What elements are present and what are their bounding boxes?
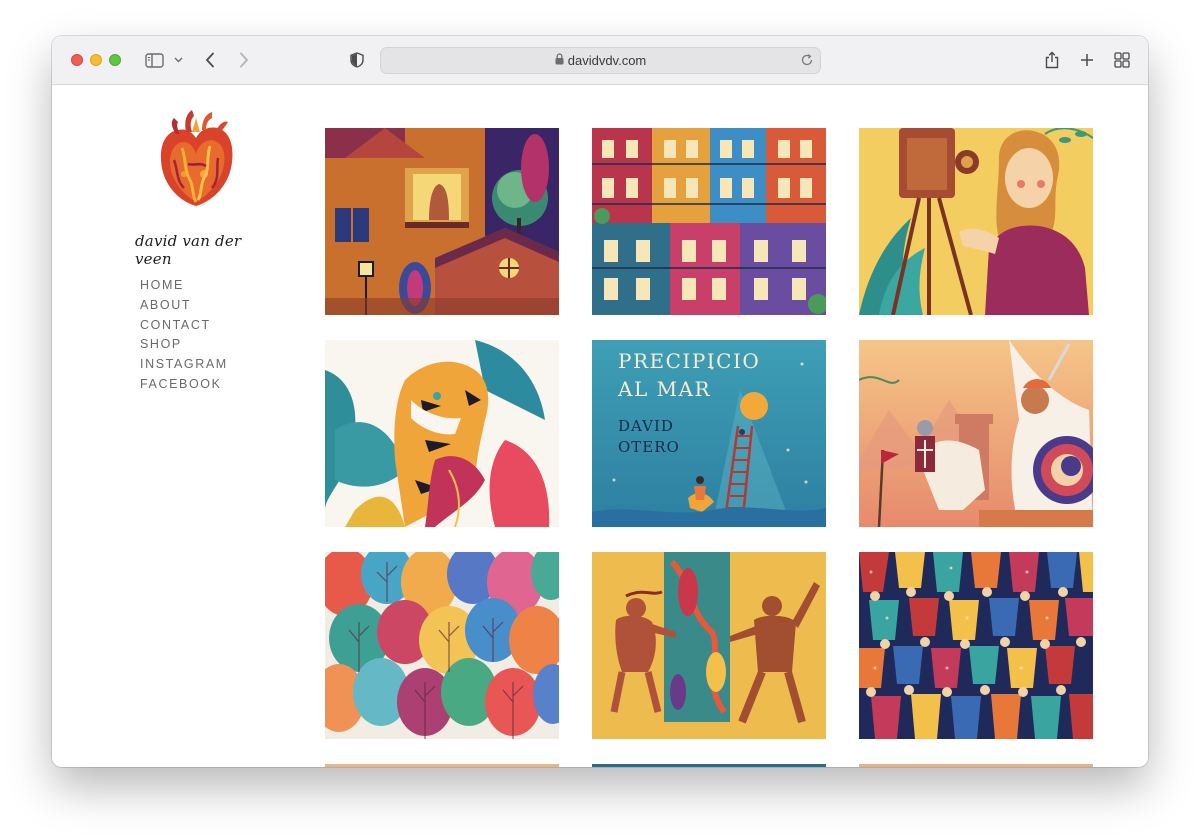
- forward-arrow-icon[interactable]: [236, 49, 252, 71]
- gallery-tile-dancing-couple[interactable]: [592, 552, 826, 739]
- gallery-tile-knight-battle[interactable]: [859, 340, 1093, 527]
- cover-author-line1: DAVID: [618, 417, 674, 435]
- new-tab-plus-icon[interactable]: [1078, 49, 1096, 71]
- cover-author-line2: OTERO: [618, 438, 680, 456]
- url-text: davidvdv.com: [567, 53, 647, 68]
- share-icon[interactable]: [1044, 49, 1060, 71]
- gallery-tile-watercolor-trees[interactable]: [325, 552, 559, 739]
- reload-icon[interactable]: [800, 53, 814, 72]
- heart-logo[interactable]: [156, 108, 236, 210]
- chevron-down-icon[interactable]: [172, 49, 184, 71]
- gallery-tile-row4-2[interactable]: [592, 764, 826, 767]
- gallery-tile-tiger-leaves[interactable]: [325, 340, 559, 527]
- nav-shop[interactable]: SHOP: [140, 335, 228, 355]
- sidebar-toggle-icon[interactable]: [144, 49, 164, 71]
- web-page: david van der veen HOME ABOUT CONTACT SH…: [52, 86, 1148, 767]
- back-arrow-icon[interactable]: [202, 49, 218, 71]
- cover-title-line1: PRECIPICIO: [618, 349, 760, 373]
- main-navigation: HOME ABOUT CONTACT SHOP INSTAGRAM FACEBO…: [140, 276, 228, 395]
- gallery-tile-woman-camera[interactable]: [859, 128, 1093, 315]
- zoom-window-button[interactable]: [109, 54, 121, 66]
- lock-icon: [555, 52, 564, 70]
- gallery-tile-row4-3[interactable]: [859, 764, 1093, 767]
- gallery-tile-crowd-pattern[interactable]: [859, 552, 1093, 739]
- gallery-tile-precipicio-al-mar[interactable]: PRECIPICIO AL MAR DAVID OTERO: [592, 340, 826, 527]
- browser-toolbar: davidvdv.com: [52, 36, 1148, 85]
- minimize-window-button[interactable]: [90, 54, 102, 66]
- nav-home[interactable]: HOME: [140, 276, 228, 296]
- cover-title-line2: AL MAR: [617, 377, 711, 401]
- address-bar[interactable]: davidvdv.com: [380, 47, 821, 74]
- gallery-tile-night-window[interactable]: [325, 128, 559, 315]
- brand-name[interactable]: david van der veen: [135, 232, 265, 268]
- browser-window: davidvdv.com david van der veen HOME ABO…: [52, 36, 1148, 767]
- close-window-button[interactable]: [71, 54, 83, 66]
- nav-facebook[interactable]: FACEBOOK: [140, 375, 228, 395]
- privacy-shield-icon[interactable]: [349, 49, 365, 71]
- gallery-tile-row4-1[interactable]: [325, 764, 559, 767]
- nav-instagram[interactable]: INSTAGRAM: [140, 355, 228, 375]
- tab-overview-icon[interactable]: [1113, 49, 1131, 71]
- nav-about[interactable]: ABOUT: [140, 296, 228, 316]
- nav-contact[interactable]: CONTACT: [140, 316, 228, 336]
- gallery-tile-colorful-houses[interactable]: [592, 128, 826, 315]
